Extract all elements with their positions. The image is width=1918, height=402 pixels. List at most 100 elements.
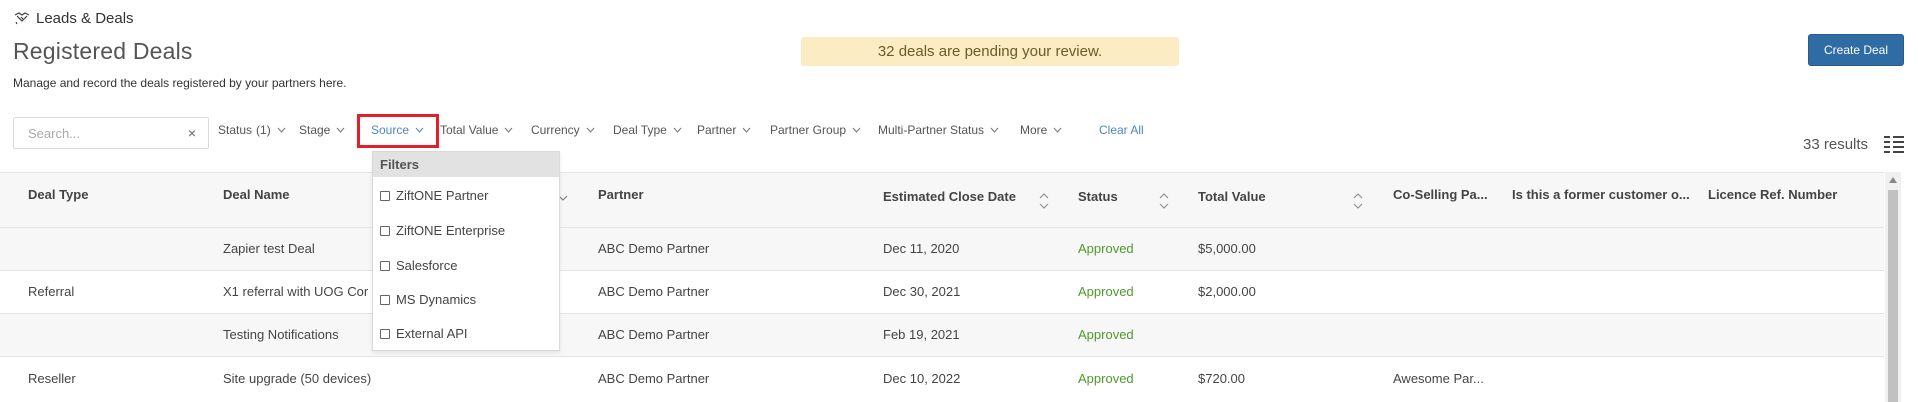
handshake-icon (14, 12, 30, 25)
option-label: MS Dynamics (396, 292, 477, 307)
column-deal-name[interactable]: Deal Name (223, 187, 289, 202)
sort-icon[interactable] (1352, 191, 1364, 211)
cell-deal-type: Referral (28, 284, 75, 299)
column-status[interactable]: Status (1078, 189, 1118, 204)
cell-total-value: $5,000.00 (1198, 241, 1256, 256)
source-option-ziftone-enterprise[interactable]: ZiftONE Enterprise (380, 223, 505, 238)
source-option-ziftone-partner[interactable]: ZiftONE Partner (380, 188, 488, 203)
sort-icon[interactable] (1158, 191, 1170, 211)
chevron-down-icon (990, 127, 999, 133)
chevron-down-icon (505, 127, 513, 133)
filter-multi-partner-status[interactable]: Multi-Partner Status (878, 123, 999, 137)
table-header: Deal Type Deal Name Partner Estimated Cl… (0, 172, 1884, 228)
cell-close-date: Dec 11, 2020 (883, 241, 960, 256)
option-label: ZiftONE Partner (396, 188, 489, 203)
chevron-down-icon (336, 127, 345, 133)
source-option-external-api[interactable]: External API (380, 326, 468, 341)
dropdown-heading: Filters (373, 152, 559, 177)
chevron-down-icon (1053, 127, 1062, 133)
table-row[interactable]: Testing Notifications ABC Demo Partner F… (0, 314, 1884, 357)
cell-deal-name[interactable]: Site upgrade (50 devices) (223, 371, 371, 386)
option-label: ZiftONE Enterprise (396, 223, 506, 238)
pending-review-text[interactable]: 32 deals are pending your review. (878, 43, 1102, 60)
chevron-down-icon (852, 127, 861, 133)
cell-partner: ABC Demo Partner (598, 371, 710, 386)
option-label: External API (396, 326, 468, 341)
filter-stage-label: Stage (299, 123, 331, 137)
column-settings-icon[interactable] (1884, 135, 1904, 153)
cell-close-date: Dec 10, 2022 (883, 371, 961, 386)
checkbox[interactable] (380, 260, 390, 271)
chevron-down-icon (277, 127, 286, 133)
cell-status: Approved (1078, 284, 1134, 299)
chevron-down-icon (673, 127, 682, 133)
column-total-value[interactable]: Total Value (1198, 189, 1266, 204)
column-licence-ref-number[interactable]: Licence Ref. Number (1708, 187, 1837, 202)
filter-multi-partner-status-label: Multi-Partner Status (878, 123, 985, 137)
filter-status-count: (1) (256, 123, 271, 137)
filter-partner-label: Partner (697, 123, 737, 137)
source-filter-dropdown: Filters ZiftONE Partner ZiftONE Enterpri… (372, 151, 560, 351)
breadcrumb[interactable]: Leads & Deals (13, 9, 134, 27)
checkbox[interactable] (380, 225, 390, 236)
cell-status: Approved (1078, 371, 1134, 386)
create-deal-button[interactable]: Create Deal (1808, 34, 1904, 66)
column-former-customer[interactable]: Is this a former customer o... (1512, 187, 1690, 202)
results-count: 33 results (1803, 136, 1869, 153)
filter-stage[interactable]: Stage (299, 123, 345, 137)
pending-review-banner[interactable]: 32 deals are pending your review. (801, 37, 1179, 66)
filter-partner[interactable]: Partner (697, 123, 751, 137)
cell-deal-name[interactable]: X1 referral with UOG Cor (223, 284, 368, 299)
cell-deal-type: Reseller (28, 371, 76, 386)
chevron-down-icon (586, 127, 595, 133)
chevron-down-icon (742, 127, 751, 133)
scroll-up-arrow-icon[interactable] (1889, 177, 1897, 183)
checkbox[interactable] (380, 328, 390, 339)
page-subtitle: Manage and record the deals registered b… (13, 76, 347, 90)
column-estimated-close-date[interactable]: Estimated Close Date (883, 189, 1016, 204)
filter-total-value[interactable]: Total Value (440, 123, 513, 137)
cell-total-value: $2,000.00 (1198, 284, 1256, 299)
filter-status-label: Status (218, 123, 253, 137)
checkbox[interactable] (380, 190, 390, 201)
search-input[interactable] (28, 125, 188, 141)
cell-status: Approved (1078, 241, 1134, 256)
cell-partner: ABC Demo Partner (598, 327, 710, 342)
breadcrumb-label[interactable]: Leads & Deals (36, 10, 134, 27)
table-row[interactable]: Reseller Site upgrade (50 devices) ABC D… (0, 357, 1884, 402)
clear-search-icon[interactable]: × (188, 125, 196, 141)
table-scrollbar[interactable] (1885, 172, 1901, 402)
filter-more-label: More (1020, 123, 1048, 137)
source-option-salesforce[interactable]: Salesforce (380, 258, 457, 273)
cell-partner: ABC Demo Partner (598, 284, 710, 299)
filter-currency-label: Currency (531, 123, 580, 137)
column-partner[interactable]: Partner (598, 187, 644, 202)
column-co-selling-partner[interactable]: Co-Selling Pa... (1393, 187, 1488, 202)
filter-deal-type-label: Deal Type (613, 123, 667, 137)
cell-co-selling-partner: Awesome Par... (1393, 371, 1484, 386)
filter-status[interactable]: Status (1) (218, 123, 286, 137)
scrollbar-thumb[interactable] (1888, 190, 1898, 402)
cell-close-date: Feb 19, 2021 (883, 327, 960, 342)
clear-all-link[interactable]: Clear All (1099, 123, 1144, 137)
option-label: Salesforce (396, 258, 458, 273)
cell-total-value: $720.00 (1198, 371, 1245, 386)
filter-total-value-label: Total Value (440, 123, 499, 137)
filter-currency[interactable]: Currency (531, 123, 595, 137)
table-row[interactable]: Referral X1 referral with UOG Cor ABC De… (0, 271, 1884, 314)
cell-deal-name[interactable]: Testing Notifications (223, 327, 339, 342)
column-deal-type[interactable]: Deal Type (28, 187, 88, 202)
cell-deal-name[interactable]: Zapier test Deal (223, 241, 315, 256)
source-option-ms-dynamics[interactable]: MS Dynamics (380, 292, 476, 307)
filter-partner-group[interactable]: Partner Group (770, 123, 861, 137)
cell-status: Approved (1078, 327, 1134, 342)
checkbox[interactable] (380, 294, 390, 305)
search-box[interactable]: × (13, 117, 209, 149)
filter-more[interactable]: More (1020, 123, 1062, 137)
filter-deal-type[interactable]: Deal Type (613, 123, 682, 137)
source-filter-highlight (357, 114, 439, 148)
cell-partner: ABC Demo Partner (598, 241, 710, 256)
cell-close-date: Dec 30, 2021 (883, 284, 961, 299)
sort-icon[interactable] (1038, 191, 1050, 211)
table-row[interactable]: Zapier test Deal ABC Demo Partner Dec 11… (0, 228, 1884, 271)
